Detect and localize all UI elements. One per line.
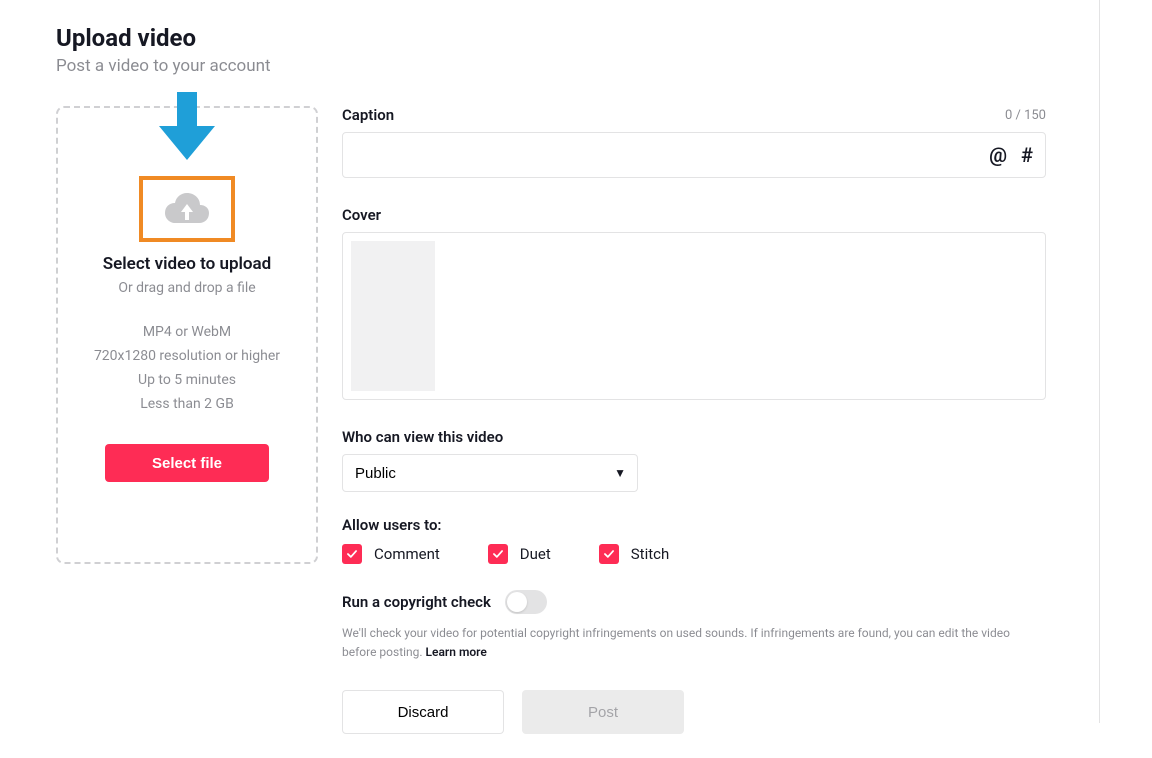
mention-icon[interactable]: @	[989, 143, 1007, 167]
post-button[interactable]: Post	[522, 690, 684, 734]
select-file-button[interactable]: Select file	[105, 444, 269, 482]
page-title: Upload video	[56, 24, 1096, 52]
upload-spec: MP4 or WebM	[143, 324, 231, 340]
cover-label: Cover	[342, 206, 1046, 224]
cover-selector[interactable]	[342, 232, 1046, 400]
stitch-label: Stitch	[631, 545, 669, 563]
duet-checkbox[interactable]	[488, 544, 508, 564]
duet-label: Duet	[520, 545, 551, 563]
check-icon	[491, 547, 505, 561]
learn-more-link[interactable]: Learn more	[426, 645, 487, 659]
upload-spec: 720x1280 resolution or higher	[94, 348, 280, 364]
upload-drag-text: Or drag and drop a file	[118, 280, 255, 296]
copyright-toggle[interactable]	[505, 590, 547, 614]
upload-dropzone[interactable]: Select video to upload Or drag and drop …	[56, 106, 318, 564]
upload-spec: Up to 5 minutes	[138, 372, 236, 388]
visibility-label: Who can view this video	[342, 428, 1046, 446]
visibility-select[interactable]: Public	[342, 454, 638, 492]
page-subtitle: Post a video to your account	[56, 56, 1096, 76]
arrow-annotation-icon	[155, 92, 219, 168]
cloud-upload-icon	[165, 192, 209, 226]
hashtag-icon[interactable]: #	[1021, 143, 1033, 167]
check-icon	[345, 547, 359, 561]
check-icon	[602, 547, 616, 561]
comment-label: Comment	[374, 545, 440, 563]
cover-thumbnail	[351, 241, 435, 391]
caption-field-container: @ #	[342, 132, 1046, 178]
discard-button[interactable]: Discard	[342, 690, 504, 734]
stitch-checkbox[interactable]	[599, 544, 619, 564]
upload-title: Select video to upload	[103, 254, 272, 274]
upload-spec: Less than 2 GB	[140, 396, 234, 412]
highlight-box	[139, 176, 235, 242]
copyright-label: Run a copyright check	[342, 593, 491, 611]
copyright-description: We'll check your video for potential cop…	[342, 624, 1046, 662]
comment-checkbox[interactable]	[342, 544, 362, 564]
caption-label: Caption	[342, 106, 394, 124]
caption-counter: 0 / 150	[1005, 108, 1046, 123]
caption-input[interactable]	[355, 133, 989, 177]
permissions-label: Allow users to:	[342, 516, 1046, 534]
toggle-knob	[507, 592, 527, 612]
